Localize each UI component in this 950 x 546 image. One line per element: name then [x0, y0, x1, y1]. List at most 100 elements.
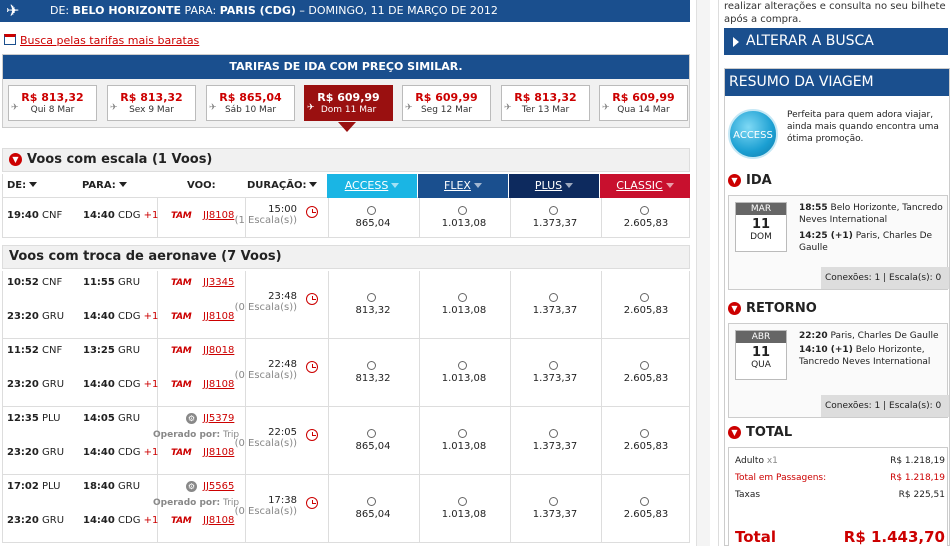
arr-airport: CDG	[118, 515, 141, 526]
sort-arrow-icon	[118, 182, 127, 187]
fare-card[interactable]: ✈ R$ 609,99 Seg 12 Mar	[402, 85, 491, 121]
dep-time: 10:52	[7, 277, 39, 288]
operator-icon: ⚙	[186, 481, 197, 492]
plane-icon: ✈	[602, 103, 610, 113]
leg-departure: 23:20 GRU	[7, 379, 64, 390]
column-header: DE: PARA: VOO: DURAÇÃO: ACCESS FLEX PLUS CL…	[2, 174, 690, 198]
fare-price-value: 813,32	[355, 373, 391, 384]
next-day-marker: +1	[143, 447, 159, 458]
class-header-classic[interactable]: CLASSIC	[600, 174, 690, 198]
fare-radio[interactable]	[640, 497, 649, 506]
retorno-box: ABR 11 QUA 22:20 Paris, Charles De Gaull…	[728, 323, 949, 418]
dep-time: 12:35	[7, 413, 39, 424]
fare-radio[interactable]	[367, 293, 376, 302]
fare-day: Dom 11 Mar	[320, 105, 377, 115]
flight-number-link[interactable]: JJ3345	[203, 277, 234, 288]
cheapest-fares-link[interactable]: Busca pelas tarifas mais baratas	[20, 34, 199, 47]
class-header-access[interactable]: ACCESS	[327, 174, 417, 198]
dep-airport: CNF	[42, 277, 63, 288]
cheapest-fares-link-row: Busca pelas tarifas mais baratas	[4, 34, 199, 47]
sort-arrow-icon	[565, 183, 574, 188]
fare-card[interactable]: ✈ R$ 813,32 Qui 8 Mar	[8, 85, 97, 121]
flight-row: 11:52 CNF 13:25 GRU TAM JJ8018 23:20 GRU 14:…	[2, 339, 690, 407]
clock-icon	[306, 361, 318, 373]
fare-radio[interactable]	[458, 361, 467, 370]
fare-radio[interactable]	[640, 293, 649, 302]
stops-count: (0 Escala(s))	[234, 370, 297, 381]
chevron-down-icon: ▼	[728, 426, 741, 439]
fare-radio[interactable]	[367, 361, 376, 370]
dep-time: 17:02	[7, 481, 39, 492]
fare-card[interactable]: ✈ R$ 609,99 Dom 11 Mar	[304, 85, 393, 121]
retorno-departure: 22:20 Paris, Charles De Gaulle	[799, 330, 947, 342]
flight-number-link[interactable]: JJ5379	[203, 413, 234, 424]
adult-value: R$ 1.218,19	[890, 456, 945, 466]
ida-header: ▼ IDA	[728, 173, 772, 188]
tickets-total-label: Total em Passagens:	[735, 473, 827, 483]
fare-radio[interactable]	[458, 206, 467, 215]
stops-count: (0 Escala(s))	[234, 506, 297, 517]
sort-from[interactable]: DE:	[7, 180, 38, 191]
fare-card[interactable]: ✈ R$ 813,32 Ter 13 Mar	[501, 85, 590, 121]
fare-card[interactable]: ✈ R$ 865,04 Sáb 10 Mar	[206, 85, 295, 121]
change-search-button[interactable]: ALTERAR A BUSCA	[724, 28, 948, 55]
retorno-arrival: 14:10 (+1) Belo Horizonte, Tancredo Neve…	[799, 344, 947, 368]
sort-arrow-icon	[473, 183, 482, 188]
fare-radio[interactable]	[367, 497, 376, 506]
sort-duration[interactable]: DURAÇÃO:	[247, 180, 318, 191]
flight-number-link[interactable]: JJ8018	[203, 345, 234, 356]
fare-card[interactable]: ✈ R$ 609,99 Qua 14 Mar	[599, 85, 688, 121]
airline-logo: TAM	[171, 346, 192, 356]
leg-departure: 10:52 CNF	[7, 277, 62, 288]
fare-radio[interactable]	[458, 497, 467, 506]
class-header-plus[interactable]: PLUS	[509, 174, 599, 198]
origin-city: BELO HORIZONTE	[72, 4, 182, 17]
dep-time: 23:20	[7, 515, 39, 526]
arr-time: 14:40	[83, 210, 115, 221]
fare-price: R$ 813,32	[514, 91, 577, 104]
fare-radio[interactable]	[549, 293, 558, 302]
fare-radio[interactable]	[549, 206, 558, 215]
ida-arrival: 14:25 (+1) Paris, Charles De Gaulle	[799, 230, 947, 254]
clock-icon	[306, 293, 318, 305]
stops-count: (1 Escala(s))	[234, 215, 297, 226]
dep-time: 23:20	[7, 447, 39, 458]
airline-logo: TAM	[171, 211, 192, 221]
operated-label: Operado por:	[153, 430, 221, 440]
duration: 23:48 (0 Escala(s))	[227, 291, 297, 313]
class-header-flex[interactable]: FLEX	[418, 174, 508, 198]
airline-logo: TAM	[171, 278, 192, 288]
fare-radio[interactable]	[640, 206, 649, 215]
next-day-marker: +1	[143, 515, 159, 526]
fare-radio[interactable]	[640, 361, 649, 370]
taxes-value: R$ 225,51	[898, 490, 945, 500]
fare-radio[interactable]	[367, 206, 376, 215]
ida-departure: 18:55 Belo Horizonte, Tancredo Neves Int…	[799, 202, 947, 226]
fare-price-value: 1.013,08	[441, 305, 487, 316]
dep-airport: PLU	[42, 413, 61, 424]
destination-city: PARIS (CDG)	[219, 4, 296, 17]
fare-radio[interactable]	[549, 497, 558, 506]
sort-to[interactable]: PARA:	[82, 180, 127, 191]
leg-arrival: 13:25 GRU	[83, 345, 140, 356]
ida-connections: Conexões: 1 | Escala(s): 0	[821, 267, 949, 289]
fare-radio[interactable]	[640, 429, 649, 438]
fare-price: R$ 609,99	[415, 91, 478, 104]
fare-card[interactable]: ✈ R$ 813,32 Sex 9 Mar	[107, 85, 196, 121]
similar-fares-panel: TARIFAS DE IDA COM PREÇO SIMILAR. ✈ R$ 81…	[2, 54, 690, 128]
sort-arrow-icon	[309, 182, 318, 187]
duration-time: 23:48	[268, 291, 297, 302]
flight-number-link[interactable]: JJ5565	[203, 481, 234, 492]
plane-icon: ✈	[209, 103, 217, 113]
fare-radio[interactable]	[458, 293, 467, 302]
scrollbar[interactable]	[696, 0, 710, 546]
clock-icon	[306, 497, 318, 509]
fare-radio[interactable]	[367, 429, 376, 438]
fare-radio[interactable]	[549, 429, 558, 438]
leg-departure: 23:20 GRU	[7, 447, 64, 458]
class-label: PLUS	[534, 179, 563, 192]
arr-time: 14:05	[83, 413, 115, 424]
fare-radio[interactable]	[458, 429, 467, 438]
fare-radio[interactable]	[549, 361, 558, 370]
leg-arrival: 14:40 CDG +1	[83, 447, 158, 458]
